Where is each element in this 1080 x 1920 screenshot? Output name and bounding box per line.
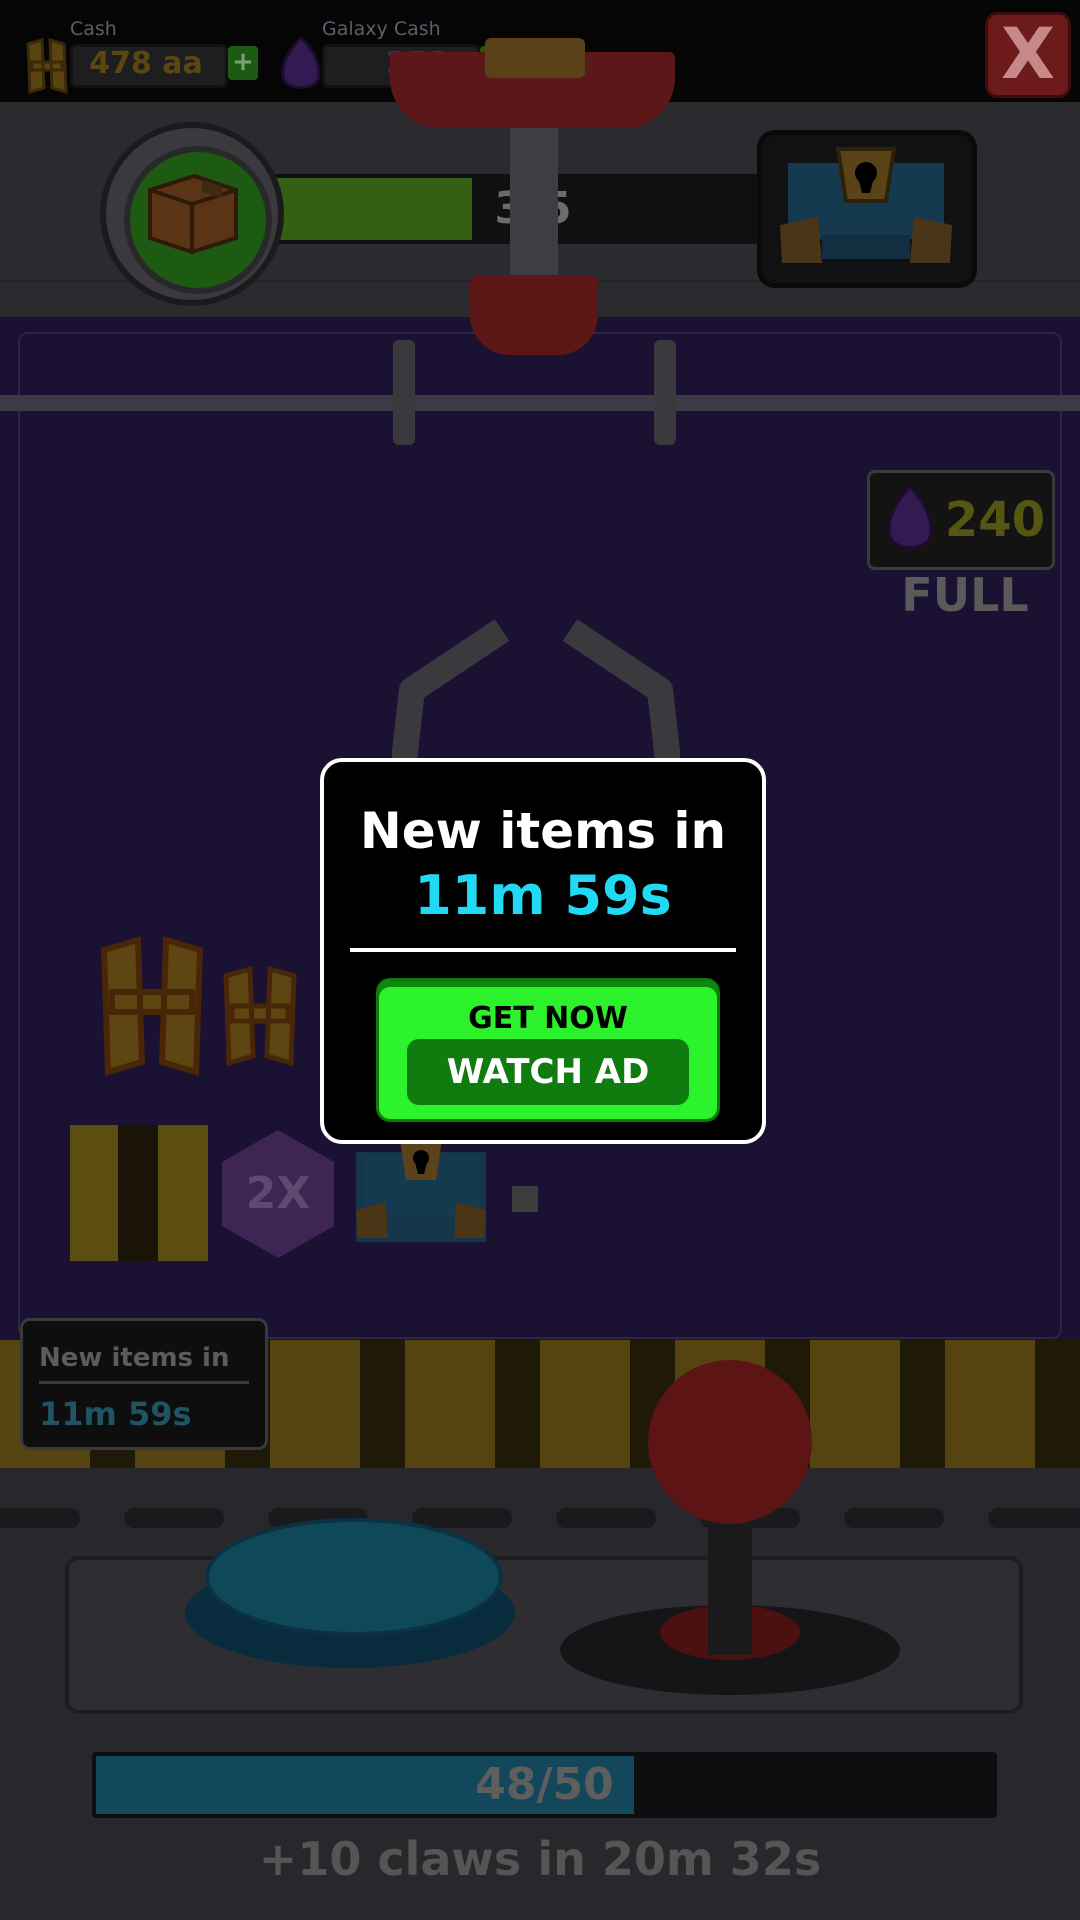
modal-divider (350, 948, 736, 952)
gem-icon (887, 485, 933, 549)
watch-ad-button[interactable]: WATCH AD (407, 1039, 689, 1105)
gem-pile-count: 240 (944, 492, 1046, 548)
claw-right-arm (654, 340, 676, 445)
mini-timer-divider (39, 1381, 249, 1384)
cash-prize-icon (100, 936, 204, 1076)
gem-pile-status: FULL (901, 568, 1029, 622)
joystick[interactable] (560, 1360, 900, 1700)
joystick-ball (648, 1360, 812, 1524)
cash-icon (26, 38, 68, 94)
add-cash-button[interactable]: + (228, 46, 258, 80)
close-button[interactable]: X (985, 12, 1071, 98)
claw-grip (470, 275, 598, 355)
get-now-button[interactable]: GET NOW WATCH AD (376, 978, 720, 1122)
gem-pile-box: 240 (867, 470, 1055, 570)
box-icon (148, 173, 238, 254)
drop-button-top (205, 1518, 503, 1636)
console-dash-row (0, 1508, 1080, 1528)
locked-chest-frame[interactable] (757, 130, 977, 288)
striped-prize-box (70, 1125, 208, 1261)
chest-prize (356, 1140, 486, 1242)
drop-claw-button[interactable] (185, 1518, 515, 1668)
modal-countdown: 11m 59s (414, 864, 672, 927)
mini-timer-title: New items in (39, 1343, 230, 1373)
claw-tag (485, 38, 585, 78)
locked-chest-icon (780, 147, 952, 263)
claw-arms-icon (392, 620, 680, 760)
console-dash (0, 1508, 80, 1528)
mini-timer-panel: New items in 11m 59s (20, 1318, 268, 1450)
claw-rod (510, 125, 558, 295)
watch-ad-label: WATCH AD (446, 1052, 650, 1092)
console-dash (988, 1508, 1080, 1528)
modal-title: New items in (359, 802, 727, 860)
prize-stripe (118, 1125, 158, 1261)
claw-left-arm (393, 340, 415, 445)
claw-rail (0, 395, 1080, 411)
locked-chest-icon (356, 1140, 486, 1238)
claw-count-text: 48/50 (475, 1759, 614, 1810)
mini-timer-time: 11m 59s (39, 1395, 192, 1433)
small-prize (512, 1186, 538, 1212)
cash-label: Cash (70, 18, 117, 40)
get-now-label: GET NOW (468, 1001, 628, 1036)
galaxy-cash-label: Galaxy Cash (322, 18, 441, 40)
level-badge (100, 122, 284, 306)
claw-refill-text: +10 claws in 20m 32s (258, 1832, 822, 1886)
new-items-modal: New items in 11m 59s GET NOW WATCH AD (320, 758, 766, 1144)
cash-value: 478 aa (89, 46, 203, 81)
galaxy-gem-icon (281, 36, 321, 89)
cash-prize-icon (223, 966, 297, 1066)
claw-count-bar: 48/50 (92, 1752, 997, 1818)
claw-game-screen: Cash 478 aa + Galaxy Cash 258 + X 3/5 (0, 0, 1080, 1920)
